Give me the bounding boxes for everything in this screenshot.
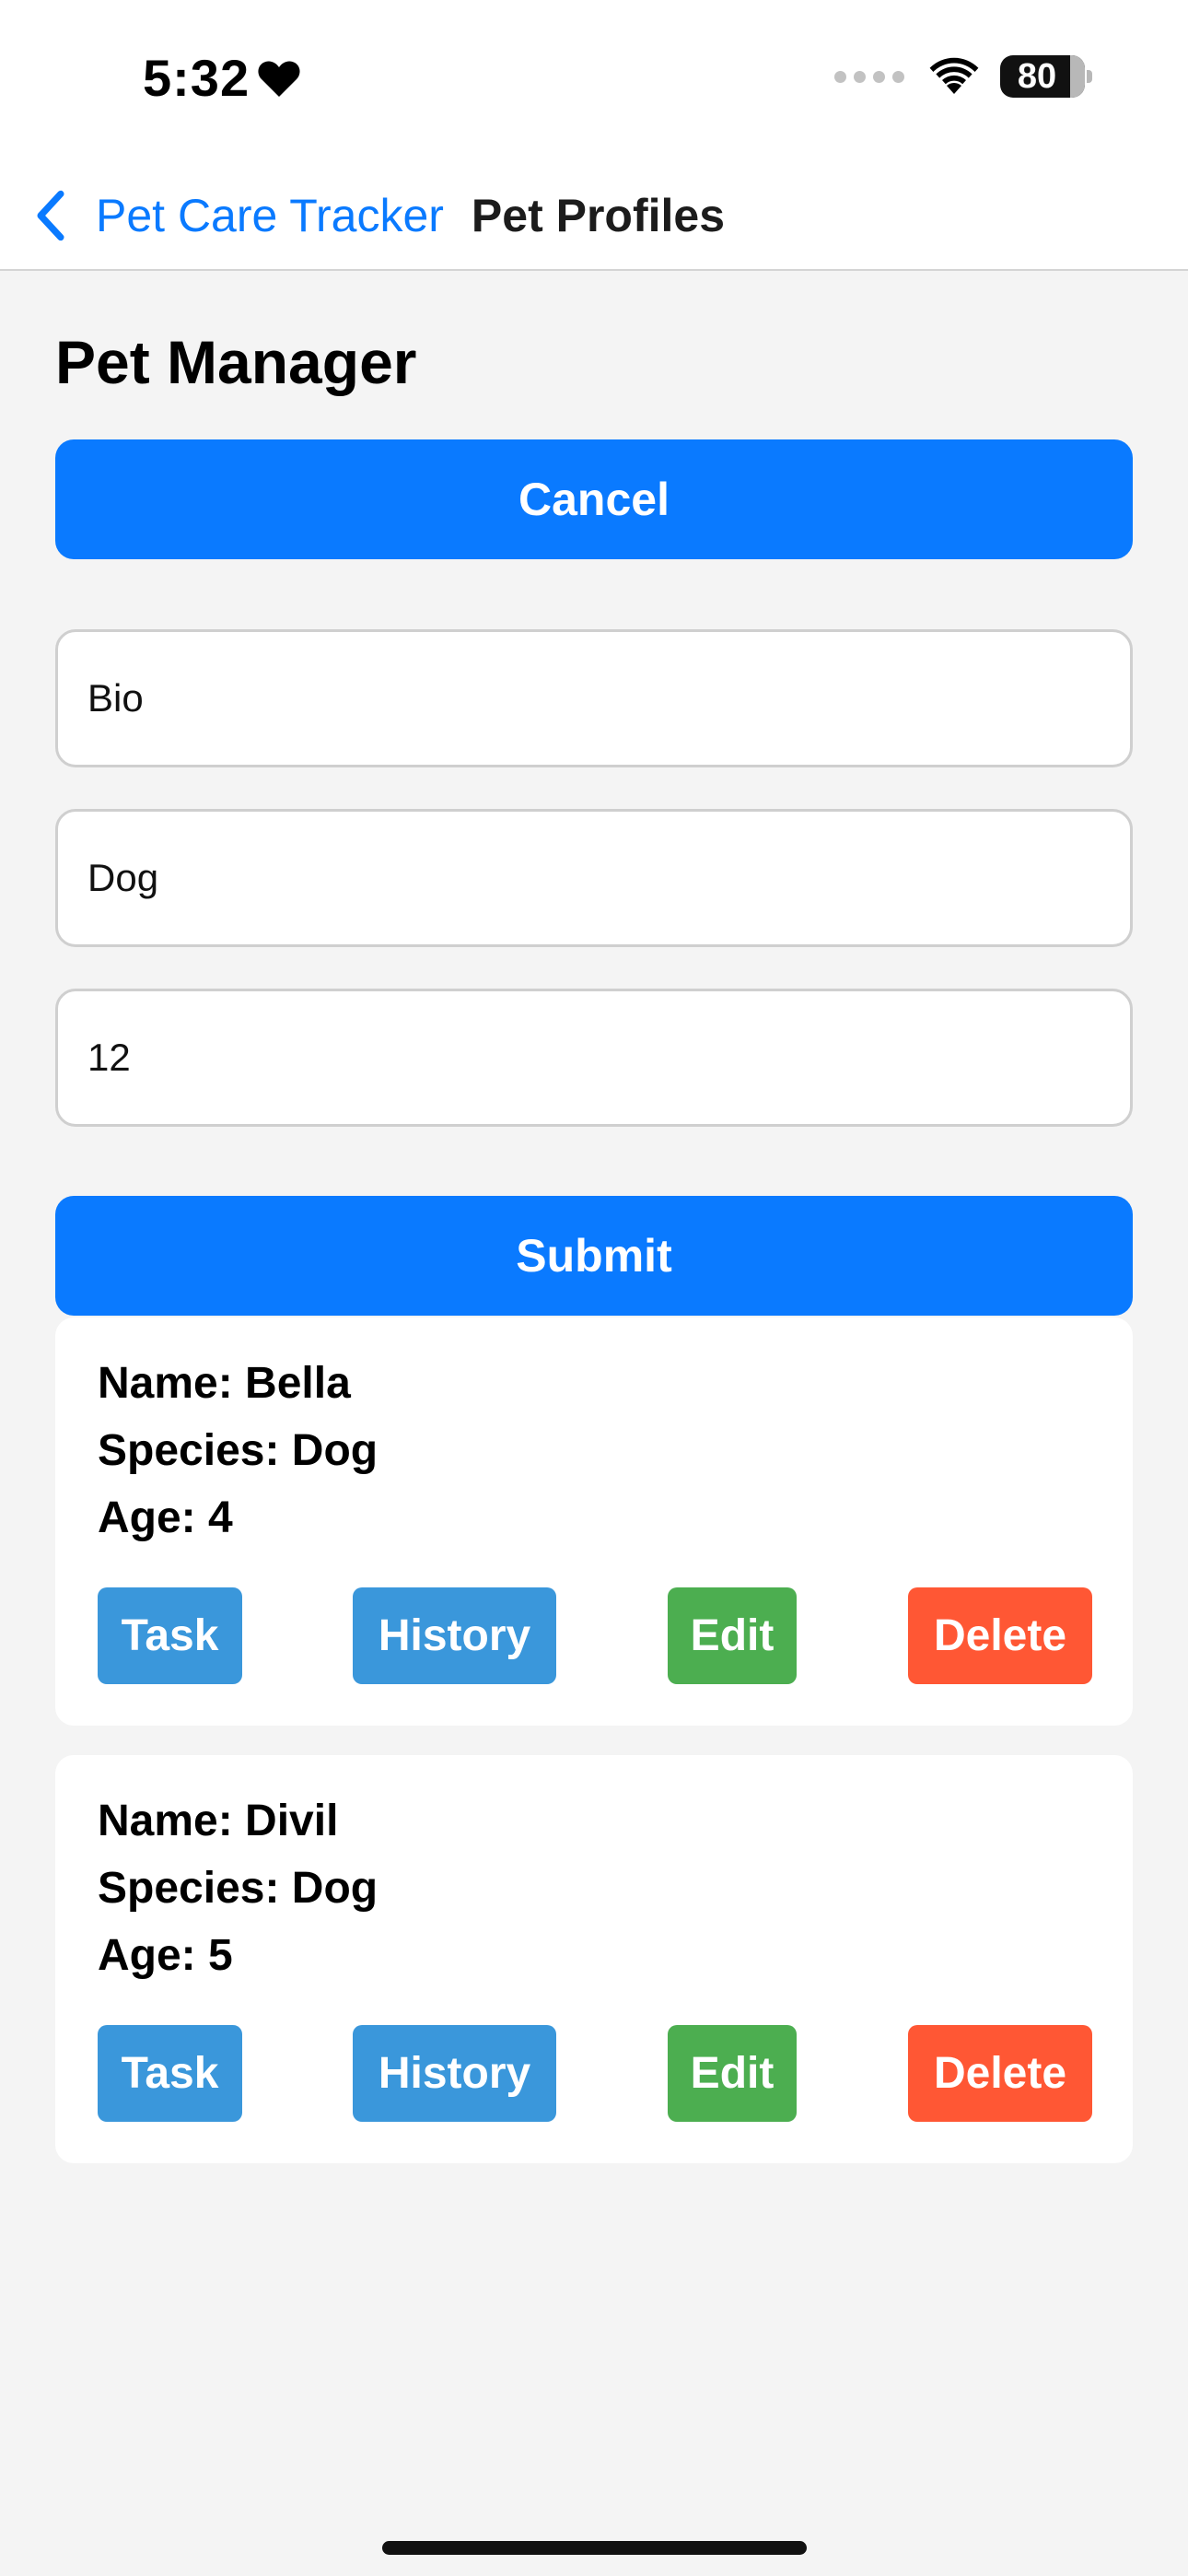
pet-age: Age: 5 [98, 1931, 233, 1980]
chevron-left-icon [37, 190, 64, 241]
time-label: 5:32 [143, 49, 250, 107]
pet-name: Name: Bella [98, 1359, 351, 1408]
navigation-bar: Pet Care Tracker Pet Profiles [0, 162, 1188, 271]
submit-button[interactable]: Submit [55, 1196, 1133, 1316]
home-indicator[interactable] [382, 2541, 807, 2555]
pet-card: Name: Bella Species: Dog Age: 4 Task His… [55, 1317, 1133, 1726]
back-label: Pet Care Tracker [96, 190, 444, 241]
task-button[interactable]: Task [98, 2025, 242, 2122]
cancel-button[interactable]: Cancel [55, 439, 1133, 559]
battery-level: 80 [1017, 56, 1057, 96]
pet-species-input[interactable] [55, 809, 1133, 947]
delete-button[interactable]: Delete [908, 1587, 1092, 1684]
history-button[interactable]: History [353, 2025, 556, 2122]
heart-icon [258, 60, 300, 97]
back-button[interactable]: Pet Care Tracker [33, 189, 444, 242]
delete-button[interactable]: Delete [908, 2025, 1092, 2122]
pet-actions: Task History Edit Delete [98, 2025, 1092, 2122]
nav-title: Pet Profiles [471, 190, 726, 241]
pet-species: Species: Dog [98, 1864, 379, 1913]
pet-age: Age: 4 [98, 1493, 233, 1542]
status-icons: 80 [834, 55, 1092, 98]
pet-card: Name: Divil Species: Dog Age: 5 Task His… [55, 1755, 1133, 2163]
battery-icon: 80 [1000, 55, 1092, 98]
page-title: Pet Manager [55, 328, 417, 396]
pet-name: Name: Divil [98, 1797, 339, 1845]
wifi-icon [929, 57, 979, 94]
status-bar: 5:32 80 [0, 0, 1188, 162]
pet-species: Species: Dog [98, 1426, 379, 1475]
pet-actions: Task History Edit Delete [98, 1587, 1092, 1684]
task-button[interactable]: Task [98, 1587, 242, 1684]
cellular-dots-icon [834, 70, 904, 83]
status-time: 5:32 [143, 48, 301, 108]
history-button[interactable]: History [353, 1587, 556, 1684]
pet-age-input[interactable] [55, 989, 1133, 1127]
edit-button[interactable]: Edit [668, 2025, 797, 2122]
pet-name-input[interactable] [55, 629, 1133, 767]
edit-button[interactable]: Edit [668, 1587, 797, 1684]
